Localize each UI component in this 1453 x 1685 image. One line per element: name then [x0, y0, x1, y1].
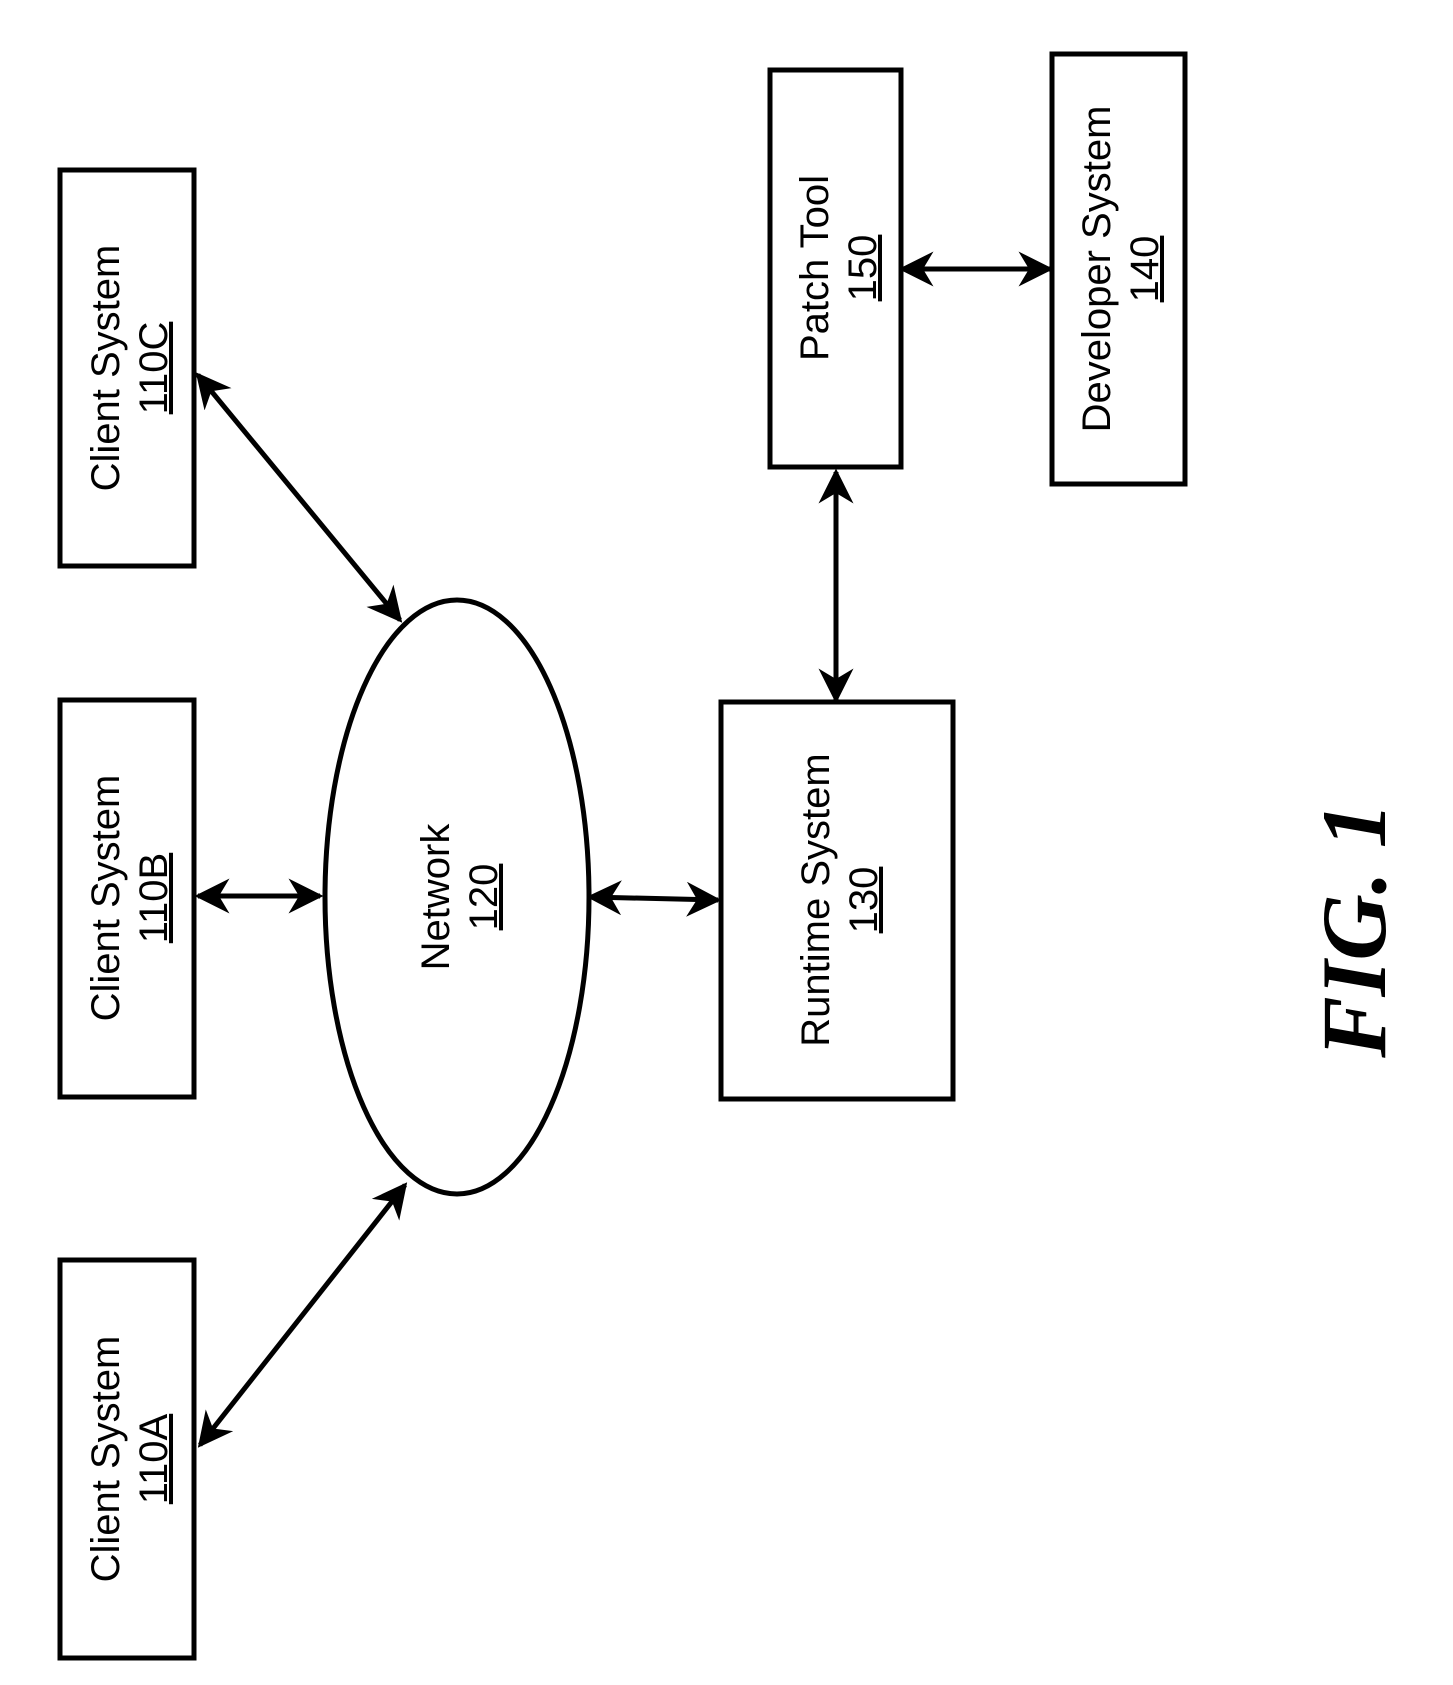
- node-ref: 110C: [132, 322, 176, 415]
- node-label: Developer System: [1075, 106, 1119, 433]
- developer-system-140: Developer System 140: [1049, 51, 1188, 487]
- edge-client-a-network: [197, 1182, 408, 1448]
- node-ref: 130: [842, 867, 886, 934]
- node-ref: 140: [1123, 236, 1167, 303]
- node-label: Client System: [84, 775, 128, 1022]
- client-system-110b: Client System 110B: [57, 697, 197, 1100]
- node-ref: 110B: [132, 853, 176, 943]
- figure-caption: FIG. 1: [1303, 802, 1405, 1059]
- node-label: Patch Tool: [793, 175, 837, 361]
- edge-client-c-network: [195, 372, 403, 623]
- node-ref: 150: [841, 235, 885, 302]
- node-label: Client System: [84, 1336, 128, 1583]
- node-label: Runtime System: [794, 753, 838, 1046]
- client-system-110a: Client System 110A: [57, 1257, 197, 1661]
- client-system-110c: Client System 110C: [57, 167, 197, 569]
- node-ref: 120: [462, 864, 506, 931]
- edge-network-runtime: [586, 880, 722, 917]
- node-ref: 110A: [132, 1413, 176, 1504]
- patch-tool-150: Patch Tool 150: [767, 67, 904, 470]
- node-label: Client System: [84, 245, 128, 492]
- node-label: Network: [414, 823, 458, 971]
- network-120: Network 120: [322, 597, 592, 1197]
- system-diagram: Client System 110A Client System 110B Cl…: [57, 51, 1405, 1661]
- runtime-system-130: Runtime System 130: [718, 699, 956, 1102]
